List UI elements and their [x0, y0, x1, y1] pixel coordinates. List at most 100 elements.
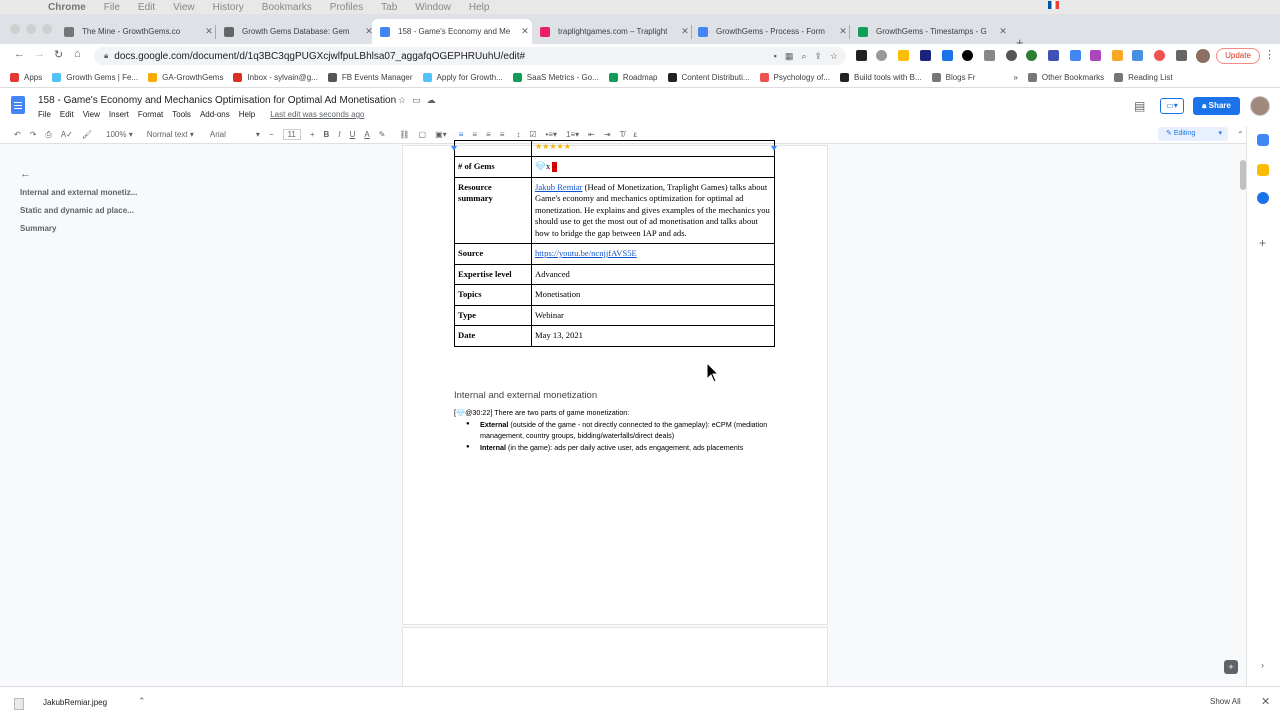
- menu-app-name[interactable]: Chrome: [48, 2, 86, 13]
- bookmark-item[interactable]: Growth Gems | Fe...: [52, 73, 138, 82]
- cloud-saved-icon[interactable]: ☁: [427, 95, 436, 106]
- input-tools-icon[interactable]: ε: [633, 130, 637, 139]
- collapse-menu-icon[interactable]: ⌃: [1237, 130, 1244, 139]
- table-value[interactable]: Monetisation: [531, 284, 775, 306]
- increase-font-icon[interactable]: +: [310, 130, 315, 139]
- table-key[interactable]: Resource summary: [454, 176, 532, 244]
- table-key[interactable]: Date: [454, 325, 532, 347]
- outline-item[interactable]: Static and dynamic ad place...: [20, 206, 137, 215]
- paint-format-icon[interactable]: 🖌︎: [82, 130, 92, 139]
- close-tab-icon[interactable]: ✕: [202, 26, 216, 37]
- editing-mode-select[interactable]: ✎ Editing ▾: [1158, 127, 1228, 141]
- camera-icon[interactable]: ▪: [774, 51, 777, 61]
- font-select[interactable]: Arial ▾: [210, 130, 260, 139]
- comment-history-icon[interactable]: ▤: [1134, 99, 1145, 113]
- browser-tab[interactable]: The Mine - GrowthGems.co ✕: [56, 19, 216, 44]
- menu-tab[interactable]: Tab: [381, 2, 397, 13]
- extension-icon[interactable]: [920, 50, 931, 61]
- show-all-button[interactable]: Show All: [1210, 697, 1241, 706]
- docs-menu-view[interactable]: View: [83, 110, 100, 119]
- docs-menu-edit[interactable]: Edit: [60, 110, 74, 119]
- reload-icon[interactable]: ↻: [54, 48, 63, 61]
- last-edit-link[interactable]: Last edit was seconds ago: [270, 110, 364, 119]
- bookmark-item[interactable]: Apply for Growth...: [422, 73, 503, 82]
- download-filename[interactable]: JakubRemiar.jpeg: [43, 698, 107, 707]
- bookmark-star-icon[interactable]: ☆: [830, 51, 838, 62]
- outline-item[interactable]: Summary: [20, 224, 137, 233]
- file-icon[interactable]: [14, 698, 24, 710]
- bookmark-folder[interactable]: Blogs Fr: [931, 73, 975, 82]
- bookmark-item[interactable]: Psychology of...: [759, 73, 830, 82]
- bulleted-list-icon[interactable]: •≡▾: [546, 130, 557, 139]
- browser-tab[interactable]: Growth Gems Database: Gem ✕: [216, 19, 376, 44]
- close-icon[interactable]: ✕: [1261, 695, 1270, 708]
- chevron-up-icon[interactable]: ⌃: [138, 696, 146, 707]
- undo-icon[interactable]: ↶: [14, 130, 21, 139]
- bookmark-folder[interactable]: Other Bookmarks: [1027, 73, 1104, 82]
- docs-menu-file[interactable]: File: [38, 110, 51, 119]
- text-color-icon[interactable]: A: [364, 130, 369, 139]
- tasks-icon[interactable]: [1257, 192, 1269, 204]
- zoom-select[interactable]: 100% ▾: [106, 130, 133, 139]
- move-folder-icon[interactable]: ▭: [412, 95, 421, 106]
- browser-tab[interactable]: GrowthGems - Timestamps - G ✕: [850, 19, 1010, 44]
- section-body[interactable]: [💎︎@30:22] There are two parts of game m…: [454, 407, 784, 453]
- extension-icon[interactable]: [1070, 50, 1081, 61]
- numbered-list-icon[interactable]: 1≡▾: [566, 130, 579, 139]
- star-icon[interactable]: ☆: [398, 95, 406, 106]
- source-link[interactable]: https://youtu.be/ncnjjfAVS5E: [535, 248, 637, 258]
- decrease-font-icon[interactable]: −: [269, 130, 274, 139]
- bookmark-item[interactable]: Roadmap: [608, 73, 658, 82]
- menu-file[interactable]: File: [104, 2, 120, 13]
- extension-icon[interactable]: [984, 50, 995, 61]
- clear-format-icon[interactable]: T̸: [620, 130, 625, 139]
- url-input[interactable]: 🔒︎ docs.google.com/document/d/1q3BC3qgPU…: [94, 47, 846, 65]
- resource-summary-cell[interactable]: Jakub Remiar (Head of Monetization, Trap…: [531, 176, 775, 244]
- bold-icon[interactable]: B: [324, 130, 330, 139]
- extension-icon[interactable]: [962, 50, 973, 61]
- lock-icon[interactable]: 🔒︎: [104, 51, 108, 61]
- google-docs-icon[interactable]: [11, 96, 25, 114]
- table-value[interactable]: Webinar: [531, 304, 775, 326]
- menu-history[interactable]: History: [213, 2, 244, 13]
- table-key[interactable]: # of Gems: [454, 156, 532, 178]
- vertical-scrollbar[interactable]: [1240, 160, 1246, 190]
- menu-bookmarks[interactable]: Bookmarks: [262, 2, 312, 13]
- print-icon[interactable]: ⎙: [45, 130, 51, 140]
- increase-indent-icon[interactable]: ⇥: [604, 130, 611, 139]
- bookmarks-overflow[interactable]: »: [1013, 73, 1017, 82]
- back-icon[interactable]: ←: [14, 48, 25, 60]
- explore-icon[interactable]: +: [1224, 660, 1238, 674]
- bookmark-item[interactable]: Content Distributi...: [667, 73, 750, 82]
- italic-icon[interactable]: I: [338, 130, 340, 139]
- close-tab-icon[interactable]: ✕: [518, 26, 532, 37]
- line-spacing-icon[interactable]: ↕: [516, 130, 520, 139]
- browser-tab-active[interactable]: 158 - Game's Economy and Me ✕: [372, 19, 532, 44]
- align-justify-icon[interactable]: ≡: [500, 130, 505, 139]
- bookmark-item[interactable]: Inbox - sylvain@g...: [233, 73, 318, 82]
- close-window-icon[interactable]: [10, 24, 20, 34]
- close-tab-icon[interactable]: ✕: [996, 26, 1010, 37]
- extension-icon[interactable]: [1132, 50, 1143, 61]
- menu-profiles[interactable]: Profiles: [330, 2, 363, 13]
- docs-menu-format[interactable]: Format: [138, 110, 163, 119]
- extension-icon[interactable]: [898, 50, 909, 61]
- image-icon[interactable]: ▣▾: [435, 130, 447, 139]
- docs-menu-insert[interactable]: Insert: [109, 110, 129, 119]
- highlight-icon[interactable]: ✎: [379, 130, 386, 139]
- minimize-window-icon[interactable]: [26, 24, 36, 34]
- user-avatar[interactable]: [1250, 96, 1270, 116]
- update-button[interactable]: Update: [1216, 48, 1260, 64]
- docs-menu-help[interactable]: Help: [239, 110, 255, 119]
- gems-value-cell[interactable]: 💎︎x: [531, 156, 775, 178]
- more-vert-icon[interactable]: ⋮: [1264, 48, 1275, 61]
- document-page-next[interactable]: [403, 628, 827, 686]
- keep-icon[interactable]: [1257, 164, 1269, 176]
- profile-avatar[interactable]: [1196, 49, 1210, 63]
- style-select[interactable]: Normal text ▾: [147, 130, 194, 139]
- right-indent-marker[interactable]: [771, 146, 777, 151]
- extension-icon[interactable]: [856, 50, 867, 61]
- search-icon[interactable]: ⌕: [801, 51, 806, 62]
- extension-icon[interactable]: [1026, 50, 1037, 61]
- calendar-icon[interactable]: [1257, 134, 1269, 146]
